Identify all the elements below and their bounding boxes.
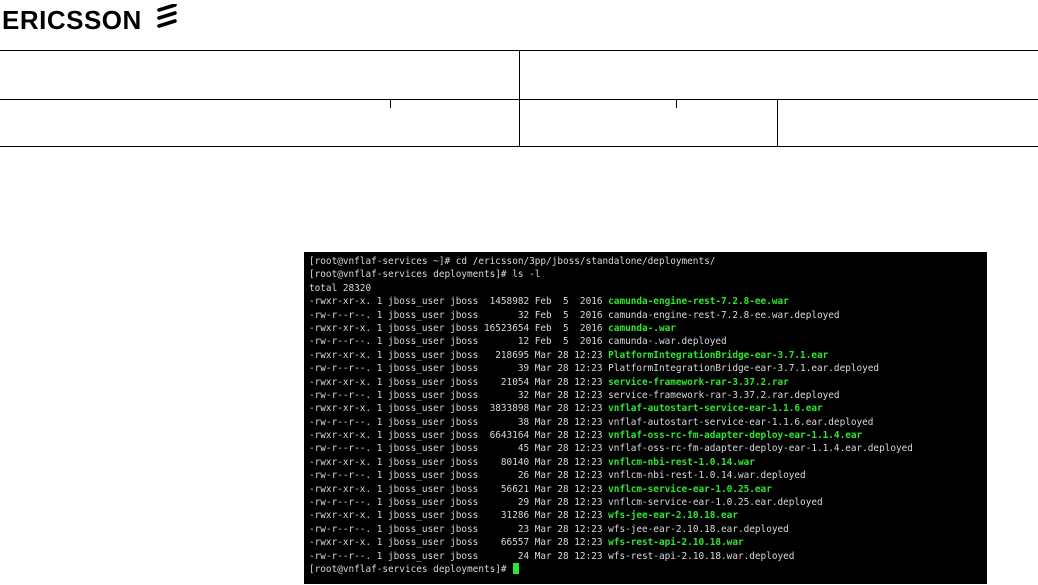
terminal-line: -rwxr-xr-x. 1 jboss_user jboss 1458982 F… bbox=[309, 295, 987, 308]
file-name: service-framework-rar-3.37.2.rar.deploye… bbox=[608, 389, 840, 401]
file-name: camunda-engine-rest-7.2.8-ee.war.deploye… bbox=[608, 309, 840, 321]
file-metadata: -rwxr-xr-x. 1 jboss_user jboss 3833898 M… bbox=[309, 403, 609, 415]
terminal-text: [root@vnflaf-services deployments]# ls -… bbox=[309, 269, 541, 281]
file-metadata: -rw-r--r--. 1 jboss_user jboss 24 Mar 28… bbox=[309, 550, 609, 562]
terminal-line: -rwxr-xr-x. 1 jboss_user jboss 6643164 M… bbox=[309, 429, 987, 442]
file-name: vnflcm-service-ear-1.0.25.ear.deployed bbox=[608, 497, 823, 509]
file-name: vnflaf-oss-rc-fm-adapter-deploy-ear-1.1.… bbox=[608, 443, 913, 455]
file-name: PlatformIntegrationBridge-ear-3.7.1.ear.… bbox=[608, 363, 880, 375]
file-metadata: -rw-r--r--. 1 jboss_user jboss 23 Mar 28… bbox=[309, 523, 609, 535]
terminal-line: -rwxr-xr-x. 1 jboss_user jboss 31286 Mar… bbox=[309, 509, 987, 522]
file-name: vnflcm-nbi-rest-1.0.14.war.deployed bbox=[608, 470, 806, 482]
file-name: camunda-.war.deployed bbox=[608, 336, 727, 348]
terminal-screenshot: [root@vnflaf-services ~]# cd /ericsson/3… bbox=[304, 252, 987, 584]
terminal-line: -rw-r--r--. 1 jboss_user jboss 32 Feb 5 … bbox=[309, 309, 987, 322]
file-metadata: -rwxr-xr-x. 1 jboss_user jboss 6643164 M… bbox=[309, 430, 609, 442]
document-header-table bbox=[0, 50, 1038, 147]
ericsson-mark-icon bbox=[157, 4, 177, 28]
file-metadata: -rw-r--r--. 1 jboss_user jboss 26 Mar 28… bbox=[309, 470, 609, 482]
file-metadata: -rwxr-xr-x. 1 jboss_user jboss 16523654 … bbox=[309, 322, 609, 334]
terminal-prompt-line: [root@vnflaf-services deployments]# bbox=[309, 562, 987, 576]
terminal-line: -rw-r--r--. 1 jboss_user jboss 29 Mar 28… bbox=[309, 496, 987, 509]
file-metadata: -rwxr-xr-x. 1 jboss_user jboss 66557 Mar… bbox=[309, 537, 609, 549]
ericsson-logo: ERICSSON bbox=[2, 4, 178, 36]
file-name: wfs-rest-api-2.10.18.war bbox=[608, 537, 744, 549]
file-name: service-framework-rar-3.37.2.rar bbox=[608, 376, 789, 388]
file-name: wfs-jee-ear-2.10.18.ear.deployed bbox=[608, 523, 789, 535]
file-metadata: -rw-r--r--. 1 jboss_user jboss 45 Mar 28… bbox=[309, 443, 609, 455]
terminal-text: total 28320 bbox=[309, 282, 372, 294]
header-tick-mark bbox=[390, 100, 391, 108]
header-tick-mark bbox=[676, 100, 677, 108]
terminal-line: -rw-r--r--. 1 jboss_user jboss 26 Mar 28… bbox=[309, 469, 987, 482]
file-metadata: -rw-r--r--. 1 jboss_user jboss 12 Feb 5 … bbox=[309, 336, 609, 348]
terminal-line: -rw-r--r--. 1 jboss_user jboss 39 Mar 28… bbox=[309, 362, 987, 375]
file-metadata: -rw-r--r--. 1 jboss_user jboss 32 Feb 5 … bbox=[309, 309, 609, 321]
file-metadata: -rwxr-xr-x. 1 jboss_user jboss 1458982 F… bbox=[309, 296, 609, 308]
terminal-line: -rwxr-xr-x. 1 jboss_user jboss 21054 Mar… bbox=[309, 376, 987, 389]
terminal-line: -rw-r--r--. 1 jboss_user jboss 23 Mar 28… bbox=[309, 523, 987, 536]
file-name: vnflcm-service-ear-1.0.25.ear bbox=[608, 483, 772, 495]
terminal-line: -rwxr-xr-x. 1 jboss_user jboss 3833898 M… bbox=[309, 402, 987, 415]
file-name: camunda-engine-rest-7.2.8-ee.war bbox=[608, 296, 789, 308]
header-column-divider bbox=[519, 51, 520, 147]
terminal-line: [root@vnflaf-services deployments]# ls -… bbox=[309, 268, 987, 281]
terminal-line: -rwxr-xr-x. 1 jboss_user jboss 218695 Ma… bbox=[309, 349, 987, 362]
terminal-prompt: [root@vnflaf-services deployments]# bbox=[309, 563, 513, 575]
terminal-line: -rw-r--r--. 1 jboss_user jboss 45 Mar 28… bbox=[309, 442, 987, 455]
file-name: vnflcm-nbi-rest-1.0.14.war bbox=[608, 456, 755, 468]
file-name: vnflaf-oss-rc-fm-adapter-deploy-ear-1.1.… bbox=[608, 430, 863, 442]
terminal-line: [root@vnflaf-services ~]# cd /ericsson/3… bbox=[309, 255, 987, 268]
file-metadata: -rwxr-xr-x. 1 jboss_user jboss 218695 Ma… bbox=[309, 349, 609, 361]
file-metadata: -rwxr-xr-x. 1 jboss_user jboss 21054 Mar… bbox=[309, 376, 609, 388]
terminal-text: [root@vnflaf-services ~]# cd /ericsson/3… bbox=[309, 256, 716, 267]
header-column-divider bbox=[777, 100, 778, 147]
terminal-line: -rwxr-xr-x. 1 jboss_user jboss 56621 Mar… bbox=[309, 483, 987, 496]
file-metadata: -rw-r--r--. 1 jboss_user jboss 32 Mar 28… bbox=[309, 389, 609, 401]
file-name: wfs-jee-ear-2.10.18.ear bbox=[608, 510, 738, 522]
file-metadata: -rwxr-xr-x. 1 jboss_user jboss 80140 Mar… bbox=[309, 456, 609, 468]
brand-name: ERICSSON bbox=[2, 5, 142, 35]
file-metadata: -rw-r--r--. 1 jboss_user jboss 38 Mar 28… bbox=[309, 416, 609, 428]
terminal-line: -rw-r--r--. 1 jboss_user jboss 24 Mar 28… bbox=[309, 550, 987, 563]
terminal-line: -rw-r--r--. 1 jboss_user jboss 38 Mar 28… bbox=[309, 416, 987, 429]
terminal-line: -rw-r--r--. 1 jboss_user jboss 12 Feb 5 … bbox=[309, 335, 987, 348]
file-metadata: -rwxr-xr-x. 1 jboss_user jboss 31286 Mar… bbox=[309, 510, 609, 522]
file-name: wfs-rest-api-2.10.18.war.deployed bbox=[608, 550, 795, 562]
file-name: vnflaf-autostart-service-ear-1.1.6.ear bbox=[608, 403, 823, 415]
terminal-cursor bbox=[513, 562, 520, 574]
file-metadata: -rw-r--r--. 1 jboss_user jboss 39 Mar 28… bbox=[309, 363, 609, 375]
terminal-line: -rwxr-xr-x. 1 jboss_user jboss 16523654 … bbox=[309, 322, 987, 335]
terminal-line: -rwxr-xr-x. 1 jboss_user jboss 80140 Mar… bbox=[309, 456, 987, 469]
file-name: camunda-.war bbox=[608, 322, 676, 334]
file-name: PlatformIntegrationBridge-ear-3.7.1.ear bbox=[608, 349, 829, 361]
terminal-line: -rw-r--r--. 1 jboss_user jboss 32 Mar 28… bbox=[309, 389, 987, 402]
file-metadata: -rw-r--r--. 1 jboss_user jboss 29 Mar 28… bbox=[309, 497, 609, 509]
terminal-line: -rwxr-xr-x. 1 jboss_user jboss 66557 Mar… bbox=[309, 536, 987, 549]
terminal-line: total 28320 bbox=[309, 282, 987, 295]
file-metadata: -rwxr-xr-x. 1 jboss_user jboss 56621 Mar… bbox=[309, 483, 609, 495]
file-name: vnflaf-autostart-service-ear-1.1.6.ear.d… bbox=[608, 416, 874, 428]
